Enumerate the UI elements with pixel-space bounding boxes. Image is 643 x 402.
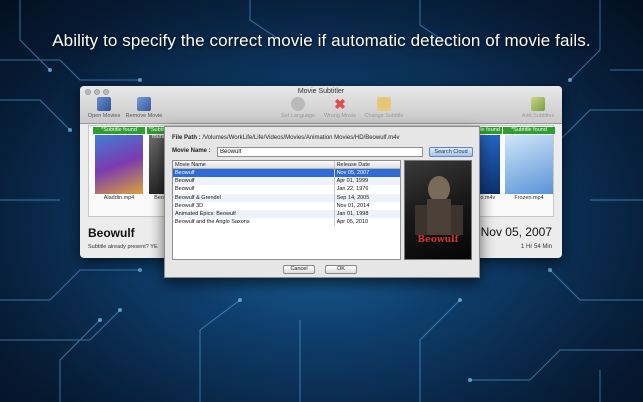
frozen-poster [505, 135, 553, 194]
table-row[interactable]: Beowulf Nov 05, 2007 [173, 169, 400, 178]
open-movies-button[interactable]: Open Movies [84, 97, 124, 119]
aladdin-poster [95, 135, 143, 194]
table-body: Beowulf Nov 05, 2007 Beowulf Apr 01, 199… [173, 169, 400, 227]
remove-movie-button[interactable]: Remove Movie [124, 97, 164, 119]
cancel-button[interactable]: Cancel [283, 265, 315, 274]
search-cloud-button[interactable]: Search Cloud [429, 147, 473, 157]
toolbar: Movie Subtitler Open Movies Remove Movie… [80, 86, 562, 124]
add-subtitles-button[interactable]: Add Subtitles [516, 97, 560, 119]
window-title: Movie Subtitler [297, 88, 345, 95]
file-path-label: File Path : [172, 135, 201, 141]
table-header: Movie Name Release Date [173, 161, 400, 169]
wrong-movie-dialog: File Path : /Volumes/WorkLife/Life/Video… [164, 126, 480, 278]
selected-movie-date: Nov 05, 2007 [480, 225, 552, 239]
table-row[interactable]: Beowulf Jan 22, 1976 [173, 185, 400, 194]
red-x-icon: ✖ [334, 96, 346, 112]
subtitle-found-badge: *Subtitle found [93, 127, 145, 134]
movie-card-aladdin[interactable]: *Subtitle found Aladdin.mp4 [93, 127, 145, 203]
film-icon [97, 97, 111, 111]
movie-card-name: Frozen.mp4 [514, 195, 544, 201]
poster-title-text: Beowulf [417, 235, 459, 245]
gear-icon [291, 97, 305, 111]
movie-name-label: Movie Name : [172, 148, 211, 154]
movie-poster: Beowulf [404, 160, 472, 260]
column-header-movie-name[interactable]: Movie Name [173, 161, 335, 168]
movie-name-input[interactable] [217, 147, 423, 157]
column-header-release-date[interactable]: Release Date [335, 161, 400, 168]
movie-card-name: Aladdin.mp4 [103, 195, 135, 201]
table-row[interactable]: Beowulf & Grendel Sep 14, 2005 [173, 193, 400, 202]
movie-results-table: Movie Name Release Date Beowulf Nov 05, … [172, 160, 401, 260]
table-row[interactable]: Beowulf and the Anglo Saxons Apr 05, 201… [173, 218, 400, 227]
selected-movie-title: Beowulf [88, 226, 135, 240]
table-row[interactable]: Beowulf 3D Nov 01, 2014 [173, 201, 400, 210]
set-language-button[interactable]: Set Language [278, 97, 318, 119]
movie-duration: 1 Hr 54 Min [520, 244, 552, 250]
table-row[interactable]: Beowulf Apr 01, 1999 [173, 177, 400, 186]
wrong-movie-button[interactable]: ✖ Wrong Movie [320, 97, 360, 119]
subtitle-icon [377, 97, 391, 111]
subtitle-found-badge: *Subtitle found [503, 127, 555, 134]
warrior-figure [415, 176, 463, 235]
change-subtitle-button[interactable]: Change Subtitle [362, 97, 406, 119]
clapperboard-icon [531, 97, 545, 111]
table-row[interactable]: Animated Epics: Beowulf Jan 01, 1998 [173, 209, 400, 219]
file-path-value: /Volumes/WorkLife/Life/Videos/Movies/Ani… [202, 135, 400, 141]
file-path-row: File Path : /Volumes/WorkLife/Life/Video… [172, 135, 400, 141]
movie-card-frozen[interactable]: *Subtitle found Frozen.mp4 [503, 127, 555, 203]
headline: Ability to specify the correct movie if … [52, 31, 591, 50]
film-remove-icon [137, 97, 151, 111]
subtitle-present-text: Subtitle already present? YE [88, 244, 158, 250]
ok-button[interactable]: OK [325, 265, 357, 274]
